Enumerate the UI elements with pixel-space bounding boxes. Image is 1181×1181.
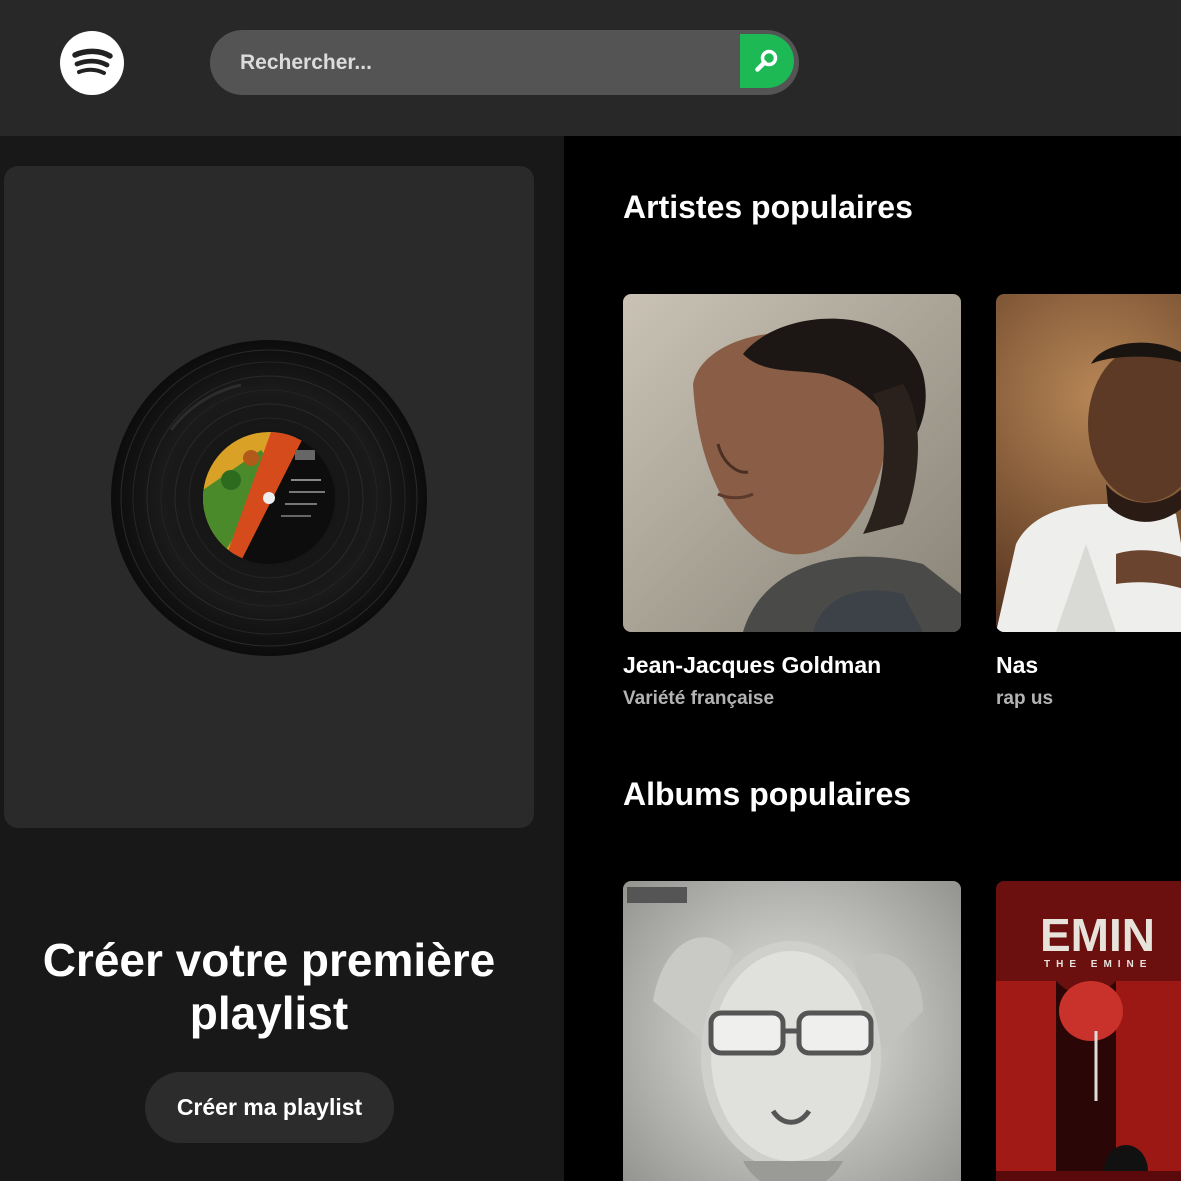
album-cover[interactable] [623,881,961,1181]
album-card[interactable]: EMIN THE EMINE [996,881,1181,1181]
search-button[interactable] [740,34,794,88]
artist-photo[interactable] [623,294,961,632]
artist-genre: rap us [996,688,1054,709]
album-cover-title: EMIN [1040,909,1155,961]
cta-title-line1: Créer votre première [42,934,496,986]
album-cover-subtitle: THE EMINE [1044,959,1152,970]
cta-title-line2: playlist [189,987,349,1039]
create-playlist-button[interactable]: Créer ma playlist [145,1072,394,1143]
cta-title: Créer votre première playlist [0,934,538,1040]
main-content: Artistes populaires Jean-Jacques Goldman… [564,136,1181,1181]
artist-card[interactable]: Jean-Jacques Goldman Variété française [623,294,961,710]
vinyl-card [4,166,534,828]
spotify-logo-icon[interactable] [60,31,124,95]
search-input[interactable] [210,30,740,95]
vinyl-record-icon [111,340,427,656]
section-title-artists: Artistes populaires [623,189,913,225]
search-bar [210,30,799,95]
artist-name[interactable]: Nas [996,652,1181,679]
create-playlist-panel: Créer votre première playlist Créer ma p… [0,136,564,1181]
search-icon [755,49,778,72]
section-title-albums: Albums populaires [623,776,912,812]
album-cover[interactable]: EMIN THE EMINE [996,881,1181,1181]
top-bar [0,0,1181,136]
artist-genre: Variété française [623,688,775,709]
album-card[interactable] [623,881,961,1181]
artist-name[interactable]: Jean-Jacques Goldman [623,652,961,679]
artist-photo[interactable] [996,294,1181,632]
artist-card[interactable]: Nas rap us [996,294,1181,710]
